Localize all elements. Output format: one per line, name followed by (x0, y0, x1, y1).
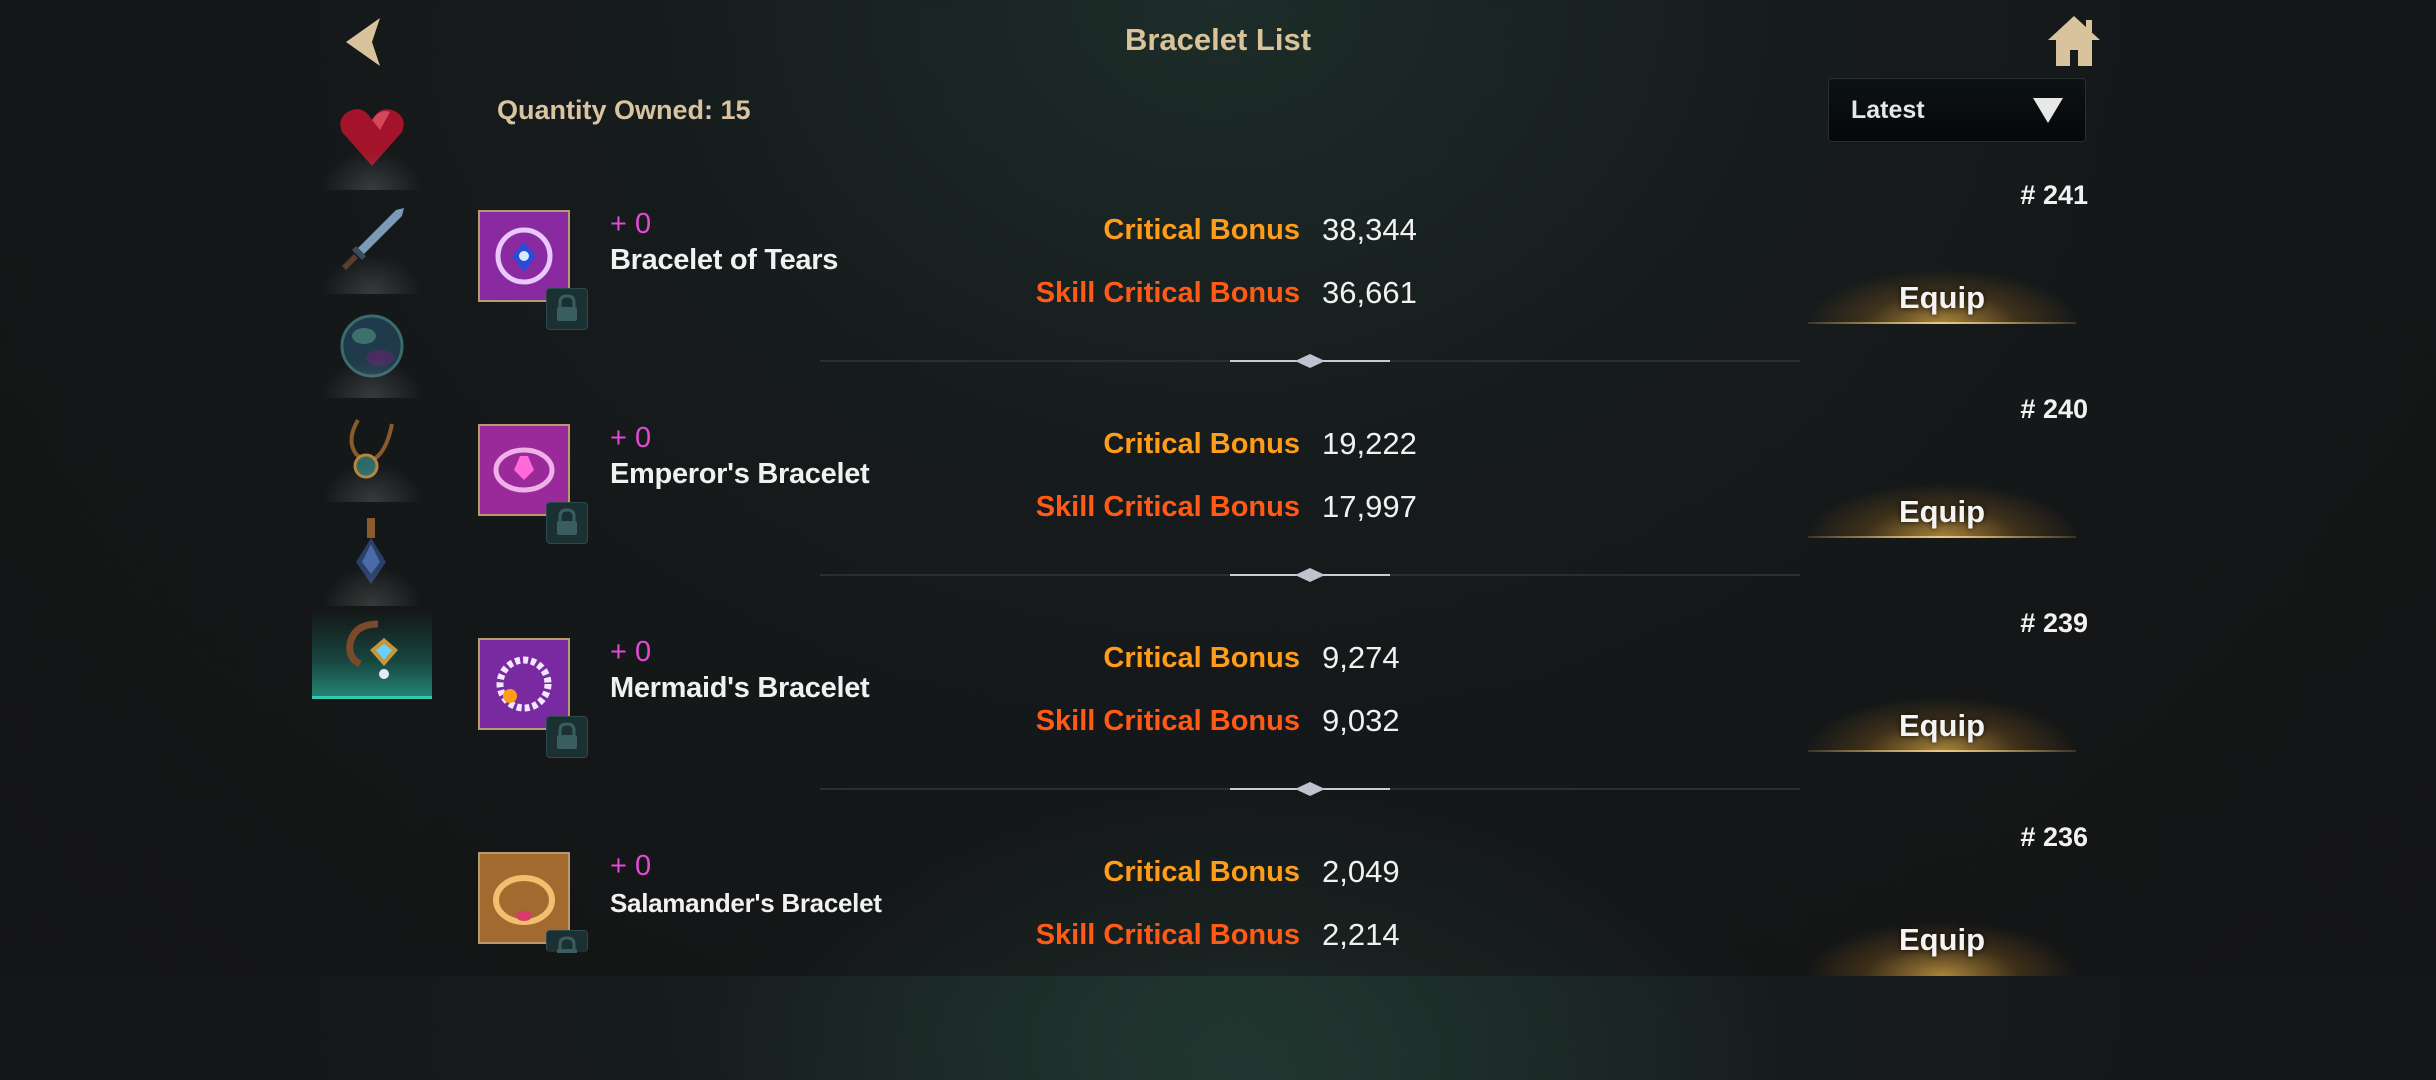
sidebar-floor (322, 566, 422, 606)
bracelet-icon (346, 620, 398, 679)
critical-bonus-label: Critical Bonus (1103, 428, 1300, 460)
sidebar-floor (322, 462, 422, 502)
skill-critical-bonus-label: Skill Critical Bonus (1035, 491, 1300, 523)
sidebar-item-weapon[interactable] (312, 196, 432, 294)
sidebar-floor (322, 358, 422, 398)
bracelet-emperor-icon (480, 426, 568, 514)
bracelet-salamander-icon (480, 854, 568, 942)
critical-bonus-label: Critical Bonus (1103, 214, 1300, 246)
item-number: # 236 (2020, 822, 2088, 852)
item-number: # 239 (2020, 608, 2088, 638)
sidebar-item-earring[interactable] (312, 508, 432, 606)
home-icon (2048, 16, 2100, 66)
lock-icon (557, 936, 577, 953)
page-title: Bracelet List (1124, 22, 1312, 57)
critical-bonus-value: 2,049 (1322, 854, 1400, 889)
list-item: # 240 + 0 Emperor's Bracelet Critical Bo… (460, 310, 2100, 544)
sidebar-item-heart[interactable] (312, 92, 432, 190)
item-name: Salamander's Bracelet (610, 888, 882, 918)
item-name: Mermaid's Bracelet (610, 672, 870, 704)
item-name: Emperor's Bracelet (610, 458, 870, 490)
equip-button[interactable]: Equip (1808, 914, 2076, 976)
enhance-level: + 0 (610, 208, 652, 240)
skill-critical-bonus-label: Skill Critical Bonus (1035, 705, 1300, 737)
list-item: # 239 + 0 Mermaid's Bracelet Critical Bo… (460, 524, 2100, 758)
skill-critical-bonus-value: 17,997 (1322, 489, 1417, 524)
bracelet-mermaid-icon (480, 640, 568, 728)
back-button[interactable] (336, 14, 388, 70)
chevron-left-icon (346, 18, 380, 66)
list-item: # 241 + 0 Bracelet of Tears Critical Bon… (460, 96, 2100, 330)
skill-critical-bonus-value: 36,661 (1322, 275, 1417, 310)
enhance-level: + 0 (610, 850, 652, 882)
sidebar-floor (322, 150, 422, 190)
critical-bonus-value: 9,274 (1322, 640, 1400, 675)
list-item: # 236 + 0 Salamander's Bracelet Critical… (460, 738, 2100, 976)
lock-button[interactable] (546, 930, 588, 953)
critical-bonus-value: 19,222 (1322, 426, 1417, 461)
sidebar-item-necklace[interactable] (312, 404, 432, 502)
enhance-level: + 0 (610, 422, 652, 454)
item-number: # 240 (2020, 394, 2088, 424)
skill-critical-bonus-label: Skill Critical Bonus (1035, 277, 1300, 309)
skill-critical-bonus-label: Skill Critical Bonus (1035, 919, 1300, 951)
equip-label: Equip (1898, 922, 1986, 957)
skill-critical-bonus-value: 9,032 (1322, 703, 1400, 738)
bracelet-tears-icon (480, 212, 568, 300)
critical-bonus-value: 38,344 (1322, 212, 1417, 247)
sidebar-floor (322, 254, 422, 294)
sidebar-item-orb[interactable] (312, 300, 432, 398)
critical-bonus-label: Critical Bonus (1103, 856, 1300, 888)
skill-critical-bonus-value: 2,214 (1322, 917, 1400, 952)
item-number: # 241 (2020, 180, 2088, 210)
critical-bonus-label: Critical Bonus (1103, 642, 1300, 674)
item-name: Bracelet of Tears (610, 244, 839, 276)
home-button[interactable] (2046, 14, 2102, 68)
sidebar-item-bracelet[interactable] (312, 610, 432, 699)
enhance-level: + 0 (610, 636, 652, 668)
